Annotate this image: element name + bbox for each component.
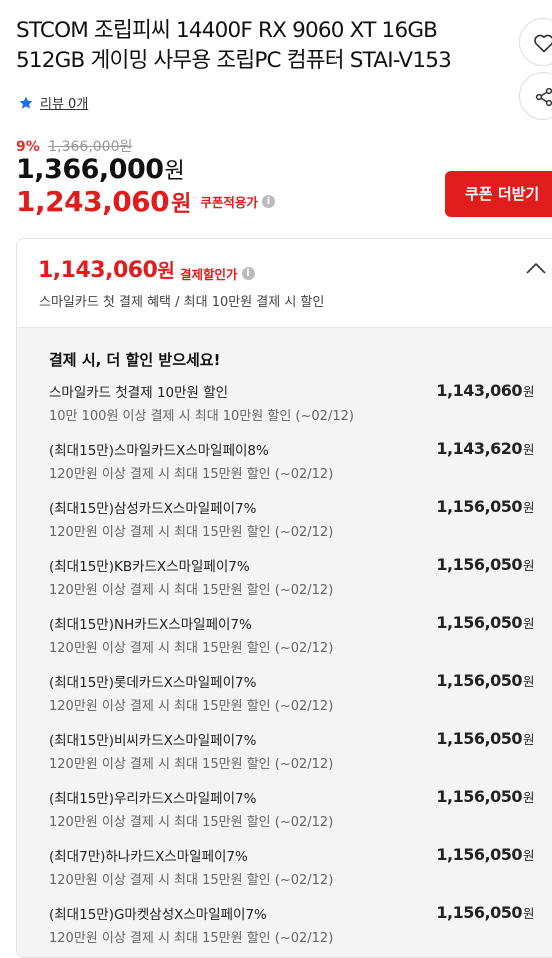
payment-offer-item: 스마일카드 첫결제 10만원 할인 1,143,060원 10만 100원 이상… (49, 381, 535, 439)
offer-price: 1,143,060원 (436, 381, 534, 400)
payment-offer-list: 스마일카드 첫결제 10만원 할인 1,143,060원 10만 100원 이상… (49, 381, 535, 957)
offer-condition: 120만원 이상 결제 시 최대 15만원 할인 (~02/12) (49, 641, 334, 656)
offer-price-unit: 원 (522, 442, 535, 457)
offer-price-value: 1,156,050 (436, 555, 522, 574)
offer-price-unit: 원 (522, 558, 535, 573)
offer-price-unit: 원 (522, 500, 535, 515)
star-icon (19, 96, 33, 109)
coupon-price-label: 쿠폰적용가 (200, 195, 258, 210)
chevron-up-icon[interactable] (525, 261, 547, 275)
coupon-more-button[interactable]: 쿠폰 더받기 (445, 171, 552, 217)
offer-name: (최대15만)스마일카드X스마일페이8% (49, 443, 269, 459)
offer-price-unit: 원 (522, 384, 535, 399)
offer-price-value: 1,156,050 (436, 845, 522, 864)
review-link[interactable]: 리뷰 0개 (18, 93, 88, 112)
offer-condition: 120만원 이상 결제 시 최대 15만원 할인 (~02/12) (49, 757, 334, 772)
offer-condition: 120만원 이상 결제 시 최대 15만원 할인 (~02/12) (49, 931, 334, 946)
offer-price-value: 1,143,620 (436, 439, 522, 458)
offer-price: 1,156,050원 (436, 729, 534, 748)
coupon-price-unit: 원 (171, 191, 192, 217)
share-button[interactable] (519, 72, 552, 120)
offer-price-unit: 원 (522, 906, 535, 921)
sale-price: 1,366,000원 (16, 153, 185, 185)
offer-condition: 120만원 이상 결제 시 최대 15만원 할인 (~02/12) (49, 467, 334, 482)
offer-condition: 120만원 이상 결제 시 최대 15만원 할인 (~02/12) (49, 525, 334, 540)
info-icon[interactable]: i (241, 267, 255, 280)
info-icon[interactable]: i (261, 195, 275, 208)
offer-condition: 120만원 이상 결제 시 최대 15만원 할인 (~02/12) (49, 583, 334, 598)
offer-price: 1,156,050원 (436, 845, 534, 864)
offer-name: (최대7만)하나카드X스마일페이7% (49, 849, 248, 865)
offer-price-unit: 원 (522, 790, 535, 805)
offer-name: (최대15만)삼성카드X스마일페이7% (49, 501, 257, 517)
offer-name: (최대15만)비씨카드X스마일페이7% (49, 733, 257, 749)
payment-offer-item: (최대15만)비씨카드X스마일페이7% 1,156,050원 120만원 이상 … (49, 729, 535, 787)
offer-name: (최대15만)롯데카드X스마일페이7% (49, 675, 257, 691)
share-icon (535, 87, 552, 107)
payment-discount-header[interactable]: 1,143,060원 결제할인가 i 스마일카드 첫 결제 혜택 / 최대 10… (17, 239, 552, 327)
offer-name: (최대15만)NH카드X스마일페이7% (49, 617, 252, 633)
coupon-price-value: 1,243,060 (16, 185, 170, 218)
offer-price-unit: 원 (522, 616, 535, 631)
offer-price-value: 1,156,050 (436, 787, 522, 806)
sale-price-value: 1,366,000 (16, 154, 164, 185)
offer-name: (최대15만)KB카드X스마일페이7% (49, 559, 250, 575)
offer-price-value: 1,143,060 (436, 381, 522, 400)
offer-price-value: 1,156,050 (436, 903, 522, 922)
coupon-price-row: 1,243,060 원 쿠폰적용가 i (16, 185, 275, 218)
payment-offer-item: (최대15만)G마켓삼성X스마일페이7% 1,156,050원 120만원 이상… (49, 903, 535, 957)
offer-price: 1,156,050원 (436, 903, 534, 922)
offer-name: (최대15만)우리카드X스마일페이7% (49, 791, 257, 807)
offer-price-value: 1,156,050 (436, 613, 522, 632)
offer-condition: 120만원 이상 결제 시 최대 15만원 할인 (~02/12) (49, 815, 334, 830)
payment-discount-label-group: 결제할인가 i (180, 264, 255, 283)
payment-discount-panel: 1,143,060원 결제할인가 i 스마일카드 첫 결제 혜택 / 최대 10… (16, 238, 552, 958)
offer-price-value: 1,156,050 (436, 497, 522, 516)
payment-discount-price: 1,143,060원 (38, 256, 175, 283)
offer-price: 1,143,620원 (436, 439, 534, 458)
offer-price: 1,156,050원 (436, 671, 534, 690)
payment-offer-item: (최대15만)NH카드X스마일페이7% 1,156,050원 120만원 이상 … (49, 613, 535, 671)
offer-price-value: 1,156,050 (436, 671, 522, 690)
payment-offer-item: (최대15만)KB카드X스마일페이7% 1,156,050원 120만원 이상 … (49, 555, 535, 613)
payment-offers-section: 결제 시, 더 할인 받으세요! 스마일카드 첫결제 10만원 할인 1,143… (17, 327, 552, 957)
offer-condition: 120만원 이상 결제 시 최대 15만원 할인 (~02/12) (49, 873, 334, 888)
offer-condition: 120만원 이상 결제 시 최대 15만원 할인 (~02/12) (49, 699, 334, 714)
payment-offer-item: (최대7만)하나카드X스마일페이7% 1,156,050원 120만원 이상 결… (49, 845, 535, 903)
offer-price-unit: 원 (522, 732, 535, 747)
offer-price: 1,156,050원 (436, 613, 534, 632)
offer-name: (최대15만)G마켓삼성X스마일페이7% (49, 907, 267, 923)
payment-offer-item: (최대15만)삼성카드X스마일페이7% 1,156,050원 120만원 이상 … (49, 497, 535, 555)
offer-price-unit: 원 (522, 674, 535, 689)
payment-offer-item: (최대15만)우리카드X스마일페이7% 1,156,050원 120만원 이상 … (49, 787, 535, 845)
offer-price: 1,156,050원 (436, 787, 534, 806)
offer-name: 스마일카드 첫결제 10만원 할인 (49, 385, 229, 401)
offer-price-value: 1,156,050 (436, 729, 522, 748)
wishlist-button[interactable] (519, 18, 552, 66)
payment-offer-item: (최대15만)롯데카드X스마일페이7% 1,156,050원 120만원 이상 … (49, 671, 535, 729)
payment-discount-price-unit: 원 (157, 260, 175, 282)
payment-discount-label: 결제할인가 (180, 267, 238, 282)
offer-condition: 10만 100원 이상 결제 시 최대 10만원 할인 (~02/12) (49, 409, 354, 424)
payment-offers-title: 결제 시, 더 할인 받으세요! (49, 351, 221, 369)
payment-discount-subtitle: 스마일카드 첫 결제 혜택 / 최대 10만원 결제 시 할인 (39, 295, 325, 310)
product-title: STCOM 조립피씨 14400F RX 9060 XT 16GB 512GB … (16, 18, 452, 73)
offer-price: 1,156,050원 (436, 497, 534, 516)
payment-discount-price-value: 1,143,060 (38, 258, 158, 283)
payment-offer-item: (최대15만)스마일카드X스마일페이8% 1,143,620원 120만원 이상… (49, 439, 535, 497)
review-label: 리뷰 0개 (40, 97, 89, 112)
sale-price-unit: 원 (164, 159, 185, 184)
offer-price: 1,156,050원 (436, 555, 534, 574)
heart-icon (534, 34, 552, 53)
offer-price-unit: 원 (522, 848, 535, 863)
